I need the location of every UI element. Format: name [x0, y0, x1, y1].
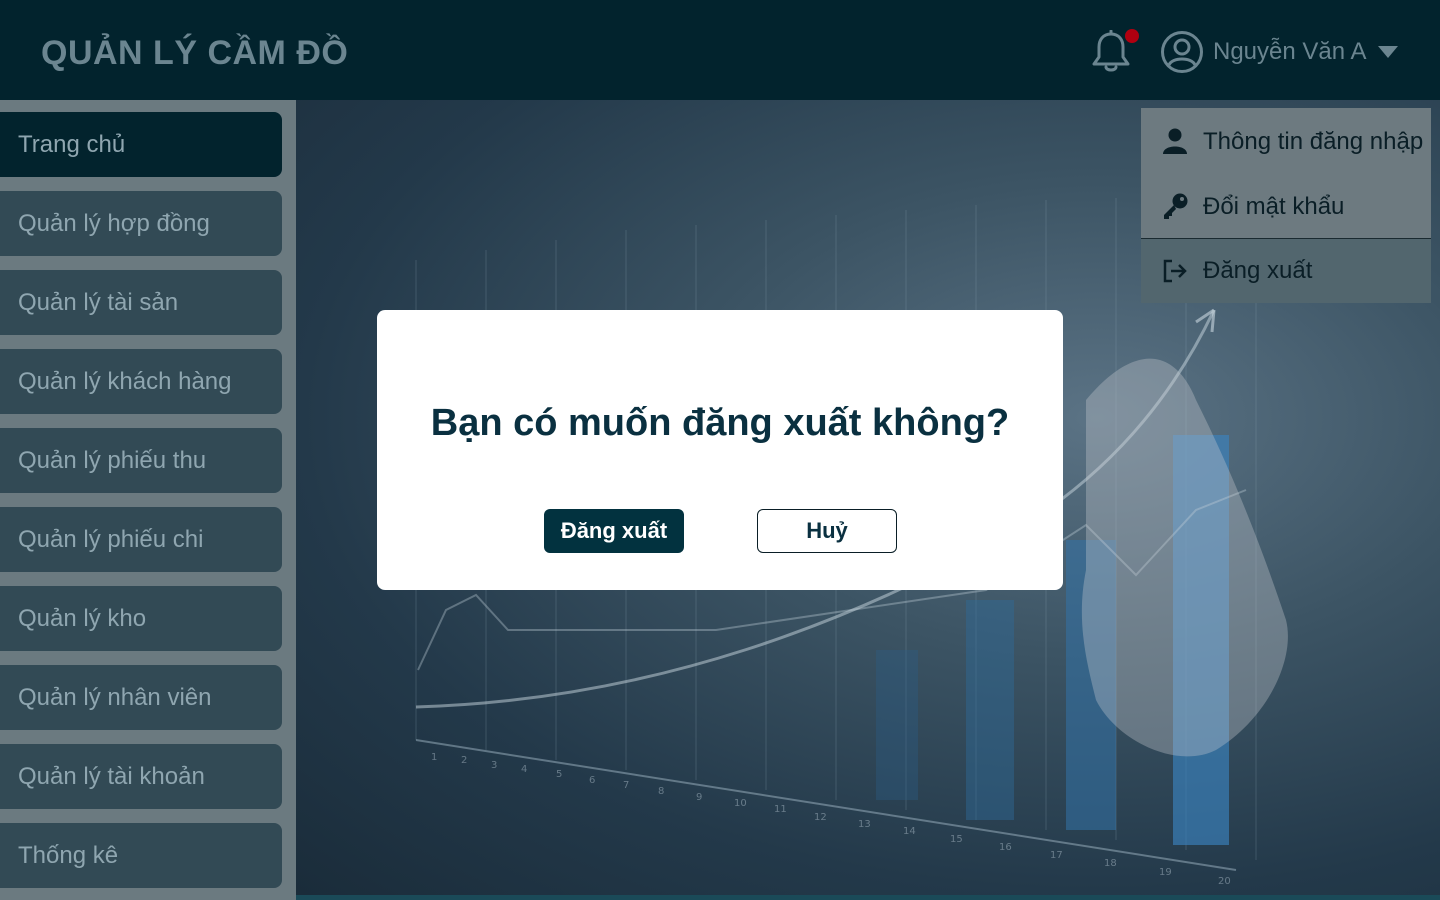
caret-down-icon: [1378, 46, 1399, 58]
user-circle-icon: [1161, 31, 1203, 73]
app-title: QUẢN LÝ CẦM ĐỒ: [41, 34, 349, 72]
user-name: Nguyễn Văn A: [1213, 38, 1367, 65]
svg-text:5: 5: [556, 769, 562, 780]
key-icon: [1164, 193, 1188, 219]
sidebar-item-label: Quản lý nhân viên: [18, 684, 212, 711]
sidebar-item-statistics[interactable]: Thống kê: [0, 823, 282, 888]
confirm-logout-button[interactable]: Đăng xuất: [544, 509, 684, 553]
user-dropdown-menu: Thông tin đăng nhập Đổi mật khẩu Đăng xu…: [1141, 108, 1431, 303]
svg-text:6: 6: [589, 775, 595, 786]
sidebar-item-assets[interactable]: Quản lý tài sản: [0, 270, 282, 335]
sidebar-item-receipts[interactable]: Quản lý phiếu thu: [0, 428, 282, 493]
menu-item-label: Đổi mật khẩu: [1203, 193, 1345, 220]
sidebar-item-label: Quản lý phiếu chi: [18, 526, 204, 553]
sign-out-icon: [1163, 259, 1187, 283]
svg-text:19: 19: [1159, 867, 1172, 878]
user-icon: [1163, 128, 1187, 154]
sidebar-item-warehouse[interactable]: Quản lý kho: [0, 586, 282, 651]
sidebar: Trang chủ Quản lý hợp đồng Quản lý tài s…: [0, 100, 296, 900]
sidebar-item-label: Quản lý hợp đồng: [18, 210, 210, 237]
svg-text:7: 7: [623, 780, 629, 791]
menu-item-logout[interactable]: Đăng xuất: [1141, 239, 1431, 303]
main-bottom-border: [296, 895, 1440, 900]
top-header: QUẢN LÝ CẦM ĐỒ Nguyễn Văn A: [0, 0, 1440, 100]
svg-text:14: 14: [903, 826, 916, 837]
sidebar-item-label: Quản lý phiếu thu: [18, 447, 207, 474]
sidebar-item-customers[interactable]: Quản lý khách hàng: [0, 349, 282, 414]
svg-text:15: 15: [950, 834, 963, 845]
sidebar-item-payments[interactable]: Quản lý phiếu chi: [0, 507, 282, 572]
sidebar-item-accounts[interactable]: Quản lý tài khoản: [0, 744, 282, 809]
dialog-question: Bạn có muốn đăng xuất không?: [430, 402, 1010, 444]
sidebar-item-label: Thống kê: [18, 842, 119, 869]
menu-item-label: Thông tin đăng nhập: [1203, 128, 1424, 155]
svg-text:2: 2: [461, 755, 467, 766]
svg-text:11: 11: [774, 804, 787, 815]
svg-text:10: 10: [734, 798, 747, 809]
sidebar-item-label: Quản lý kho: [18, 605, 147, 632]
menu-item-login-info[interactable]: Thông tin đăng nhập: [1141, 108, 1431, 173]
svg-text:17: 17: [1050, 850, 1063, 861]
svg-text:8: 8: [658, 786, 664, 797]
svg-text:4: 4: [521, 764, 527, 775]
notification-badge: [1125, 29, 1139, 43]
sidebar-item-label: Quản lý tài khoản: [18, 763, 205, 790]
svg-text:20: 20: [1218, 876, 1231, 887]
svg-text:12: 12: [814, 812, 827, 823]
menu-item-label: Đăng xuất: [1203, 257, 1313, 284]
svg-text:18: 18: [1104, 858, 1117, 869]
svg-text:16: 16: [999, 842, 1012, 853]
svg-text:1: 1: [431, 752, 437, 763]
sidebar-item-label: Quản lý khách hàng: [18, 368, 232, 395]
sidebar-item-contracts[interactable]: Quản lý hợp đồng: [0, 191, 282, 256]
svg-text:13: 13: [858, 819, 871, 830]
sidebar-item-label: Quản lý tài sản: [18, 289, 179, 316]
sidebar-item-home[interactable]: Trang chủ: [0, 112, 282, 177]
svg-text:3: 3: [491, 760, 497, 771]
sidebar-item-employees[interactable]: Quản lý nhân viên: [0, 665, 282, 730]
cancel-button[interactable]: Huỷ: [757, 509, 897, 553]
sidebar-item-label: Trang chủ: [18, 131, 126, 158]
svg-text:9: 9: [696, 792, 702, 803]
logout-confirm-dialog: Bạn có muốn đăng xuất không? Đăng xuất H…: [377, 310, 1063, 590]
user-menu-toggle[interactable]: Nguyễn Văn A: [1160, 29, 1399, 75]
menu-item-change-password[interactable]: Đổi mật khẩu: [1141, 173, 1431, 238]
